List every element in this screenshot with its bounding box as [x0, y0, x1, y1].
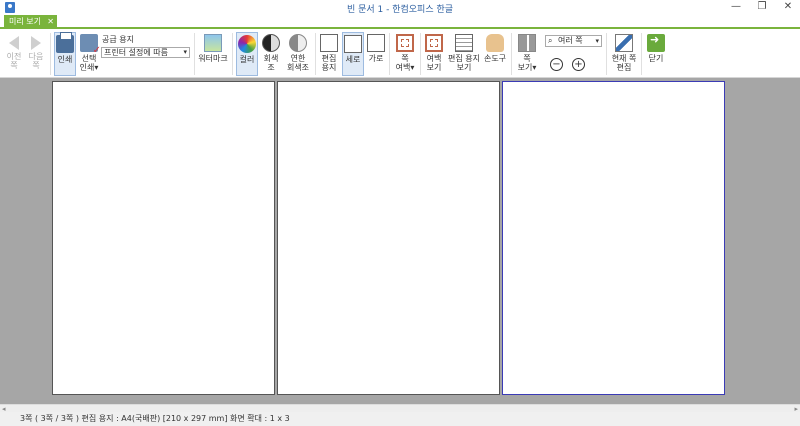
separator [194, 33, 195, 75]
hand-tool-button[interactable]: 손도구 [483, 34, 507, 63]
separator [420, 33, 421, 75]
grayscale-icon [262, 34, 280, 52]
edit-paper-view-button[interactable]: 편집 용지 보기 [447, 34, 481, 72]
prev-page-label: 이전 쪽 [6, 52, 22, 70]
preview-page-1[interactable] [52, 81, 275, 395]
close-preview-button[interactable]: 닫기 [645, 34, 667, 63]
pencil-icon [615, 34, 633, 52]
ribbon-toolbar: 이전 쪽 다음 쪽 인쇄 선택 인쇄▾ 공급 용지 프린터 설정에 따름 워터마… [0, 30, 800, 78]
zoom-in-button[interactable]: + [572, 58, 585, 71]
exit-icon [647, 34, 665, 52]
print-button[interactable]: 인쇄 [54, 32, 76, 76]
edit-current-page-button[interactable]: 현재 쪽 편집 [609, 34, 639, 72]
landscape-label: 가로 [368, 54, 384, 63]
close-preview-label: 닫기 [648, 54, 664, 63]
separator [389, 33, 390, 75]
page-view-button[interactable]: 쪽 보기▾ [515, 34, 539, 72]
separator [641, 33, 642, 75]
next-page-button[interactable]: 다음 쪽 [26, 34, 46, 70]
portrait-page-icon [344, 35, 362, 53]
hand-tool-label: 손도구 [483, 54, 507, 63]
separator [232, 33, 233, 75]
status-bar: 3쪽 ( 3쪽 / 3쪽 ) 편집 용지 : A4(국배판) [210 x 29… [0, 412, 800, 426]
hand-icon [486, 34, 504, 52]
landscape-page-icon [367, 34, 385, 52]
preview-page-2[interactable] [277, 81, 500, 395]
preview-workspace[interactable] [0, 78, 800, 404]
select-print-button[interactable]: 선택 인쇄▾ [78, 34, 101, 72]
title-bar: 빈 문서 1 - 한컴오피스 한글 — ❐ ✕ [0, 0, 800, 15]
margin-view-label: 여백 보기 [426, 54, 442, 72]
light-grayscale-icon [289, 34, 307, 52]
color-label: 컬러 [239, 55, 255, 64]
light-grayscale-label: 연한 회색조 [286, 54, 310, 72]
tab-strip: 미리 보기 ✕ [0, 15, 800, 29]
print-label: 인쇄 [57, 55, 73, 64]
page-margin-label: 쪽 여백▾ [395, 54, 415, 72]
portrait-label: 세로 [345, 55, 361, 64]
close-window-button[interactable]: ✕ [782, 1, 794, 13]
margin-view-button[interactable]: 여백 보기 [423, 34, 445, 72]
horizontal-scrollbar[interactable]: ◂ ▸ [0, 404, 800, 413]
color-button[interactable]: 컬러 [236, 32, 258, 76]
prev-page-button[interactable]: 이전 쪽 [4, 34, 24, 70]
printer-icon [56, 32, 74, 53]
color-wheel-icon [238, 35, 256, 53]
portrait-button[interactable]: 세로 [342, 32, 364, 76]
tab-label: 미리 보기 [9, 17, 41, 26]
paper-source-label: 공급 용지 [102, 35, 134, 44]
separator [50, 33, 51, 75]
page-icon [320, 34, 338, 52]
tab-preview[interactable]: 미리 보기 ✕ [4, 15, 57, 29]
window-title: 빈 문서 1 - 한컴오피스 한글 [346, 5, 454, 15]
watermark-icon [204, 34, 222, 52]
arrow-right-icon [31, 36, 41, 50]
zoom-out-button[interactable]: − [550, 58, 563, 71]
next-page-label: 다음 쪽 [28, 52, 44, 70]
grayscale-label: 회색조 [263, 54, 279, 72]
edit-paper-view-label: 편집 용지 보기 [448, 54, 480, 72]
light-grayscale-button[interactable]: 연한 회색조 [284, 34, 312, 72]
minimize-button[interactable]: — [730, 1, 742, 13]
preview-page-3[interactable] [502, 81, 725, 395]
watermark-label: 워터마크 [198, 54, 228, 63]
landscape-button[interactable]: 가로 [366, 34, 386, 63]
arrow-left-icon [9, 36, 19, 50]
margin-view-icon [425, 34, 443, 52]
page-view-label: 쪽 보기▾ [517, 54, 537, 72]
edit-paper-button[interactable]: 편집 용지 [318, 34, 340, 72]
paper-source-select[interactable]: 프린터 설정에 따름 [101, 47, 190, 58]
page-margin-button[interactable]: 쪽 여백▾ [393, 34, 417, 72]
window-controls: — ❐ ✕ [730, 1, 794, 13]
select-print-icon [80, 34, 101, 55]
edit-paper-view-icon [455, 34, 473, 52]
restore-button[interactable]: ❐ [756, 1, 768, 13]
tab-close-icon[interactable]: ✕ [47, 15, 54, 29]
separator [511, 33, 512, 75]
grayscale-button[interactable]: 회색조 [260, 34, 282, 72]
page-margin-icon [396, 34, 414, 52]
zoom-select[interactable]: 여러 쪽 [545, 35, 602, 47]
separator [606, 33, 607, 75]
edit-current-label: 현재 쪽 편집 [611, 54, 637, 72]
multi-page-icon [518, 34, 536, 52]
select-print-label: 선택 인쇄▾ [79, 54, 99, 72]
watermark-button[interactable]: 워터마크 [198, 34, 228, 63]
separator [315, 33, 316, 75]
edit-paper-label: 편집 용지 [321, 54, 337, 72]
